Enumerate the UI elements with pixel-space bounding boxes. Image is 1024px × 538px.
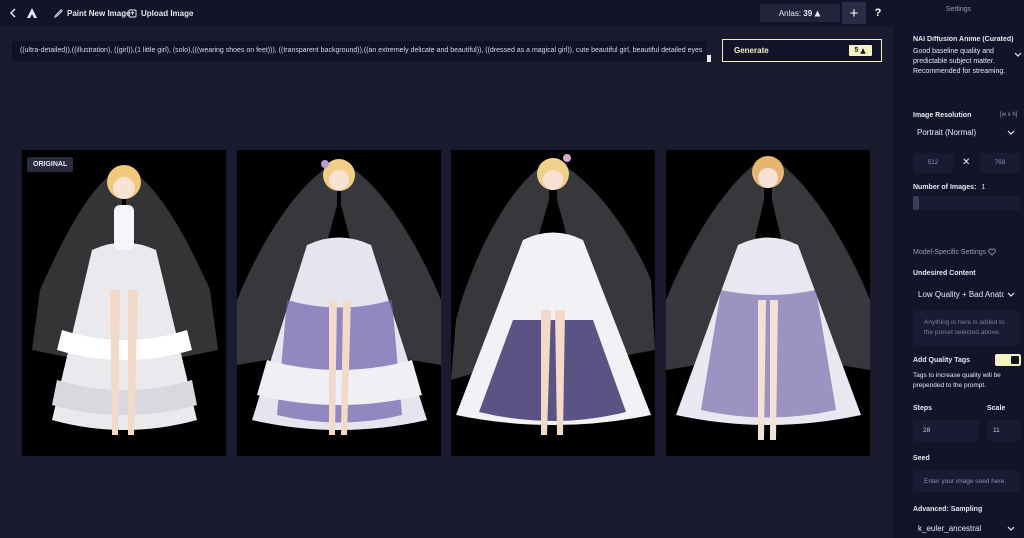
- steps-input[interactable]: 28: [913, 420, 979, 441]
- heart-icon: [988, 248, 996, 256]
- scale-label: Scale: [987, 405, 1006, 412]
- add-quality-tags-label: Add Quality Tags: [913, 357, 971, 364]
- generated-image-2[interactable]: [451, 150, 655, 456]
- upload-image-button[interactable]: Upload Image: [128, 0, 193, 26]
- height-input[interactable]: 768: [980, 153, 1020, 173]
- prompt-scroll-handle[interactable]: [707, 55, 711, 62]
- generate-cost-badge: 5: [849, 45, 872, 56]
- prompt-input[interactable]: ((ultra-detailed)),((illustration), ((gi…: [12, 41, 707, 61]
- times-icon: ✕: [962, 157, 971, 168]
- undesired-content-textarea[interactable]: Anything in here is added to the preset …: [913, 311, 1020, 345]
- resolution-label: Image Resolution: [913, 112, 972, 119]
- generate-button[interactable]: Generate 5: [722, 39, 882, 62]
- anlas-counter: Anlas: 39: [760, 4, 840, 22]
- sampling-value: k_euler_ancestral: [918, 524, 982, 533]
- settings-title: Settings: [945, 6, 972, 13]
- number-of-images-label: Number of Images: 1: [913, 184, 985, 191]
- model-specific-settings-label: Model-Specific Settings: [913, 249, 987, 256]
- undesired-content-dropdown[interactable]: Low Quality + Bad Anatomy: [918, 290, 1015, 299]
- undesired-content-label: Undesired Content: [913, 270, 976, 277]
- paint-new-image-button[interactable]: Paint New Image: [54, 0, 131, 26]
- add-anlas-button[interactable]: +: [842, 2, 866, 24]
- paint-new-image-label: Paint New Image: [67, 8, 131, 18]
- slider-handle[interactable]: [913, 196, 919, 210]
- width-input[interactable]: 512: [913, 153, 953, 173]
- steps-label: Steps: [913, 405, 933, 412]
- anlas-label: Anlas:: [778, 8, 802, 18]
- generated-image-1[interactable]: [237, 150, 441, 456]
- original-tag: ORIGINAL: [27, 157, 74, 172]
- undesired-content-value: Low Quality + Bad Anatomy: [918, 290, 1004, 299]
- number-of-images-value: 1: [981, 184, 986, 191]
- scale-input[interactable]: 11: [987, 420, 1021, 441]
- add-quality-tags-description: Tags to increase quality will be prepend…: [913, 372, 1001, 389]
- bride-figure-image: [237, 159, 441, 435]
- help-button[interactable]: ?: [868, 2, 888, 24]
- bride-figure-image: [32, 165, 218, 435]
- number-of-images-slider[interactable]: [913, 196, 1020, 210]
- anlas-cost-icon: [860, 47, 867, 54]
- model-name: NAI Diffusion Anime (Curated): [913, 36, 1014, 43]
- upload-image-label: Upload Image: [141, 8, 194, 18]
- chevron-down-icon: [1007, 292, 1015, 297]
- brush-icon: [54, 8, 63, 18]
- original-image[interactable]: ORIGINAL: [22, 150, 226, 456]
- novelai-logo-icon: [26, 0, 42, 26]
- generate-cost-value: 5: [854, 47, 859, 54]
- seed-input[interactable]: Enter your image seed here.: [913, 471, 1020, 492]
- resolution-hint: [w x h]: [1000, 112, 1018, 118]
- chevron-down-icon: [1007, 130, 1015, 135]
- number-of-images-text: Number of Images:: [913, 184, 977, 191]
- add-quality-tags-toggle[interactable]: [995, 354, 1021, 366]
- anlas-icon: [814, 10, 821, 16]
- bride-figure-image: [451, 154, 655, 435]
- generated-image-3[interactable]: [666, 150, 870, 456]
- anlas-value: 39: [803, 8, 813, 18]
- resolution-dropdown[interactable]: Portrait (Normal): [917, 128, 1015, 137]
- upload-icon: [128, 9, 137, 17]
- chevron-down-icon: [1007, 526, 1015, 531]
- undesired-content-placeholder: Anything in here is added to the preset …: [924, 319, 1005, 336]
- model-description: Good baseline quality and predictable su…: [913, 48, 1006, 75]
- seed-label: Seed: [913, 455, 930, 462]
- resolution-value: Portrait (Normal): [917, 128, 977, 137]
- bride-figure-image: [666, 156, 870, 440]
- back-icon[interactable]: [9, 0, 21, 26]
- generate-label: Generate: [734, 46, 769, 55]
- advanced-sampling-label: Advanced: Sampling: [913, 506, 983, 513]
- model-chevron-down-icon[interactable]: [1014, 52, 1022, 58]
- sampling-dropdown[interactable]: k_euler_ancestral: [918, 524, 1015, 533]
